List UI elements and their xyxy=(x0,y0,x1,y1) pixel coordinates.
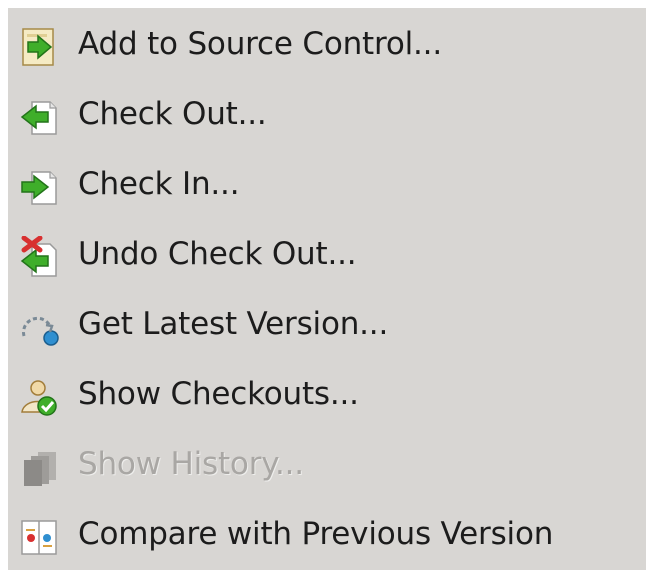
show-history-icon xyxy=(18,446,60,488)
menu-item-label: Show History... xyxy=(78,446,304,482)
menu-item-check-out[interactable]: Check Out... xyxy=(8,84,646,148)
check-in-icon xyxy=(18,166,60,208)
menu-item-label: Show Checkouts... xyxy=(78,376,359,412)
context-menu: Add to Source Control... Check Out... Ch… xyxy=(8,8,646,570)
menu-item-compare-with-previous-version[interactable]: Compare with Previous Version xyxy=(8,504,646,568)
menu-item-label: Get Latest Version... xyxy=(78,306,389,342)
menu-item-show-checkouts[interactable]: Show Checkouts... xyxy=(8,364,646,428)
menu-item-label: Add to Source Control... xyxy=(78,26,442,62)
menu-item-label: Undo Check Out... xyxy=(78,236,357,272)
menu-item-add-to-source-control[interactable]: Add to Source Control... xyxy=(8,14,646,78)
menu-item-label: Check In... xyxy=(78,166,240,202)
compare-icon xyxy=(18,516,60,558)
menu-item-label: Compare with Previous Version xyxy=(78,516,554,552)
get-latest-version-icon xyxy=(18,306,60,348)
add-to-source-control-icon xyxy=(18,26,60,68)
undo-check-out-icon xyxy=(18,236,60,278)
check-out-icon xyxy=(18,96,60,138)
show-checkouts-icon xyxy=(18,376,60,418)
menu-item-get-latest-version[interactable]: Get Latest Version... xyxy=(8,294,646,358)
menu-item-label: Check Out... xyxy=(78,96,267,132)
menu-item-check-in[interactable]: Check In... xyxy=(8,154,646,218)
menu-item-undo-check-out[interactable]: Undo Check Out... xyxy=(8,224,646,288)
menu-item-show-history[interactable]: Show History... xyxy=(8,434,646,498)
